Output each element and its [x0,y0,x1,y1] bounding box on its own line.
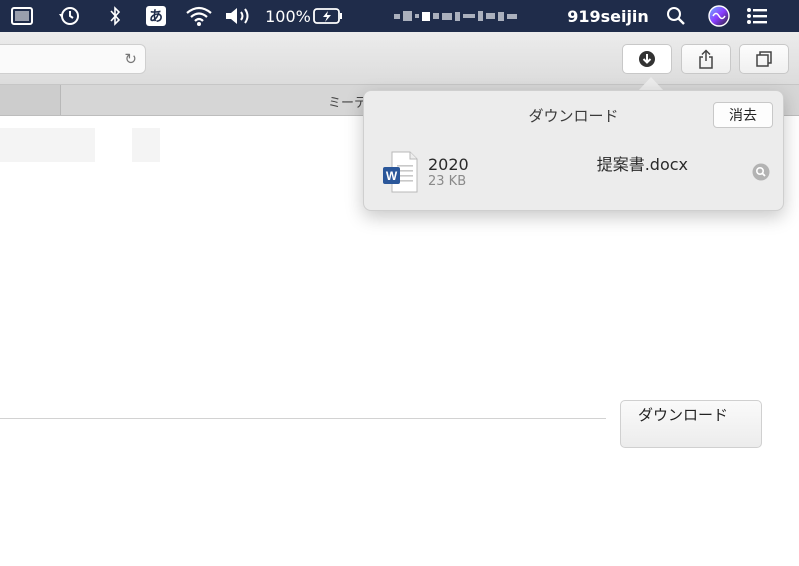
tabs-icon [756,51,772,67]
download-file-size: 23 KB [428,174,467,189]
tab-title: ミーテ [328,96,368,111]
spotlight-icon[interactable] [663,0,689,32]
time-machine-icon[interactable] [55,0,83,32]
download-arrow-icon [639,51,655,67]
share-icon [699,49,713,69]
clear-downloads-button[interactable]: 消去 [713,102,773,128]
downloads-popover: ダウンロード 消去 W 2020 提案書.docx 23 KB [363,90,784,211]
address-bar[interactable]: ↻ [0,44,146,74]
faded-page-text [132,128,160,162]
menu-bar: あ 100% 919seijin [0,0,799,33]
page-download-button[interactable]: ダウンロード [620,400,762,448]
popover-arrow [638,77,664,91]
download-file-name: 2020 提案書.docx [428,155,689,174]
wifi-icon[interactable] [183,0,215,32]
input-method-icon[interactable]: あ [143,0,169,32]
browser-toolbar: ↻ [0,32,799,85]
tab-inactive[interactable] [0,85,61,115]
screen-icon[interactable] [8,0,36,32]
user-name[interactable]: 919seijin [567,0,649,32]
battery-percent: 100% [265,6,311,26]
svg-text:W: W [386,169,398,183]
reload-icon[interactable]: ↻ [124,50,137,68]
volume-icon[interactable] [224,0,254,32]
downloads-button[interactable] [622,44,672,74]
share-button[interactable] [681,44,731,74]
download-list-item[interactable]: W 2020 提案書.docx 23 KB [382,147,772,195]
siri-icon[interactable] [705,0,733,32]
reveal-in-finder-icon[interactable] [752,163,770,181]
page-divider [0,418,606,419]
tabs-overview-button[interactable] [739,44,789,74]
faded-page-text [0,128,95,162]
battery-charging-icon[interactable] [311,0,345,32]
word-doc-icon: W [383,151,418,193]
bluetooth-icon[interactable] [102,0,128,32]
redacted-status-items [360,0,550,32]
ime-label: あ [146,6,166,26]
control-center-icon[interactable] [742,0,772,32]
